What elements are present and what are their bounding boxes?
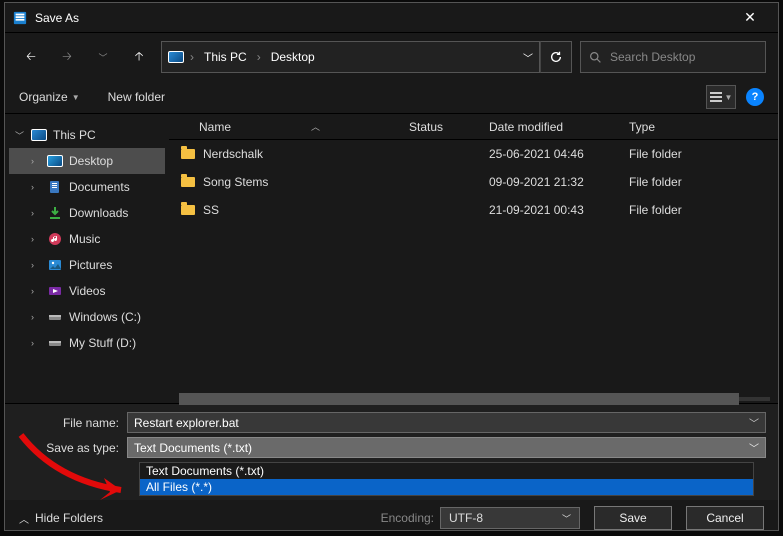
recent-dropdown[interactable]: ﹀ [89, 43, 117, 71]
nav-tree: ﹀ This PC › Desktop › Documents › Downlo… [5, 114, 169, 403]
list-view-icon [710, 92, 722, 102]
file-row[interactable]: Song Stems 09-09-2021 21:32 File folder [169, 168, 778, 196]
save-button[interactable]: Save [594, 506, 672, 530]
chevron-down-icon: ▼ [72, 93, 80, 102]
pictures-icon [47, 258, 63, 272]
chevron-down-icon: ﹀ [562, 512, 571, 525]
expand-icon[interactable]: › [31, 182, 41, 192]
chevron-down-icon[interactable]: ﹀ [749, 415, 759, 430]
documents-icon [47, 180, 63, 194]
tree-videos[interactable]: › Videos [9, 278, 165, 304]
tree-pictures[interactable]: › Pictures [9, 252, 165, 278]
save-as-dialog: Save As ✕ 🡠 🡢 ﹀ 🡡 › This PC › Desktop ﹀ … [4, 2, 779, 531]
folder-icon [181, 149, 195, 159]
titlebar: Save As ✕ [5, 3, 778, 33]
help-button[interactable]: ? [746, 88, 764, 106]
downloads-icon [47, 206, 63, 220]
drive-icon [47, 310, 63, 324]
music-icon [47, 232, 63, 246]
savetype-dropdown: Text Documents (*.txt) All Files (*.*) [139, 462, 754, 496]
filename-input[interactable]: Restart explorer.bat ﹀ [127, 412, 766, 433]
view-button[interactable]: ▼ [706, 85, 736, 109]
col-type[interactable]: Type [629, 120, 778, 134]
chevron-right-icon: › [257, 50, 261, 64]
expand-icon[interactable]: › [31, 312, 41, 322]
body: ﹀ This PC › Desktop › Documents › Downlo… [5, 113, 778, 403]
tree-this-pc[interactable]: ﹀ This PC [9, 122, 165, 148]
folder-icon [181, 177, 195, 187]
pc-icon [31, 128, 47, 142]
encoding-select[interactable]: UTF-8 ﹀ [440, 507, 580, 529]
refresh-button[interactable] [540, 41, 572, 73]
savetype-option-all[interactable]: All Files (*.*) [140, 479, 753, 495]
up-button[interactable]: 🡡 [125, 43, 153, 71]
folder-icon [181, 205, 195, 215]
tree-drive-d[interactable]: › My Stuff (D:) [9, 330, 165, 356]
tree-downloads[interactable]: › Downloads [9, 200, 165, 226]
collapse-icon[interactable]: ﹀ [15, 129, 25, 142]
bottom-fields: File name: Restart explorer.bat ﹀ Save a… [5, 403, 778, 500]
search-input[interactable]: Search Desktop [580, 41, 766, 73]
search-placeholder: Search Desktop [610, 50, 695, 64]
toolbar: Organize ▼ New folder ▼ ? [5, 81, 778, 113]
crumb-desktop[interactable]: Desktop [267, 50, 319, 64]
scrollbar-thumb[interactable] [179, 393, 739, 405]
encoding-label: Encoding: [381, 511, 434, 525]
savetype-combo[interactable]: Text Documents (*.txt) ﹀ [127, 437, 766, 458]
savetype-label: Save as type: [17, 441, 127, 455]
tree-documents[interactable]: › Documents [9, 174, 165, 200]
pc-icon [168, 51, 184, 63]
new-folder-button[interactable]: New folder [108, 90, 165, 104]
drive-icon [47, 336, 63, 350]
expand-icon[interactable]: › [31, 286, 41, 296]
expand-icon[interactable]: › [31, 234, 41, 244]
refresh-icon [549, 50, 563, 64]
col-status[interactable]: Status [409, 120, 489, 134]
footer: ︿ Hide Folders Encoding: UTF-8 ﹀ Save Ca… [5, 500, 778, 536]
crumb-this-pc[interactable]: This PC [200, 50, 251, 64]
hide-folders-button[interactable]: ︿ Hide Folders [19, 511, 103, 526]
address-dropdown-icon[interactable]: ﹀ [523, 50, 533, 65]
tree-desktop[interactable]: › Desktop [9, 148, 165, 174]
chevron-right-icon: › [190, 50, 194, 64]
sort-asc-icon: ︿ [311, 120, 320, 133]
column-headers: Name︿ Status Date modified Type [169, 114, 778, 140]
horizontal-scrollbar[interactable] [179, 397, 770, 401]
expand-icon[interactable]: › [31, 156, 41, 166]
chevron-up-icon: ︿ [19, 511, 29, 526]
expand-icon[interactable]: › [31, 260, 41, 270]
app-icon [13, 11, 27, 25]
chevron-down-icon[interactable]: ﹀ [749, 440, 759, 455]
file-row[interactable]: SS 21-09-2021 00:43 File folder [169, 196, 778, 224]
search-icon [589, 51, 602, 64]
back-button[interactable]: 🡠 [17, 43, 45, 71]
nav-row: 🡠 🡢 ﹀ 🡡 › This PC › Desktop ﹀ Search Des… [5, 33, 778, 81]
tree-drive-c[interactable]: › Windows (C:) [9, 304, 165, 330]
col-name[interactable]: Name︿ [169, 120, 409, 134]
close-button[interactable]: ✕ [730, 9, 770, 26]
savetype-option-txt[interactable]: Text Documents (*.txt) [140, 463, 753, 479]
tree-music[interactable]: › Music [9, 226, 165, 252]
expand-icon[interactable]: › [31, 338, 41, 348]
videos-icon [47, 284, 63, 298]
file-pane: Name︿ Status Date modified Type Nerdscha… [169, 114, 778, 403]
desktop-icon [47, 154, 63, 168]
forward-button[interactable]: 🡢 [53, 43, 81, 71]
cancel-button[interactable]: Cancel [686, 506, 764, 530]
window-title: Save As [35, 11, 730, 25]
chevron-down-icon: ▼ [725, 93, 733, 102]
col-date[interactable]: Date modified [489, 120, 629, 134]
address-bar[interactable]: › This PC › Desktop ﹀ [161, 41, 540, 73]
filename-label: File name: [17, 416, 127, 430]
organize-button[interactable]: Organize ▼ [19, 90, 80, 104]
expand-icon[interactable]: › [31, 208, 41, 218]
file-row[interactable]: Nerdschalk 25-06-2021 04:46 File folder [169, 140, 778, 168]
